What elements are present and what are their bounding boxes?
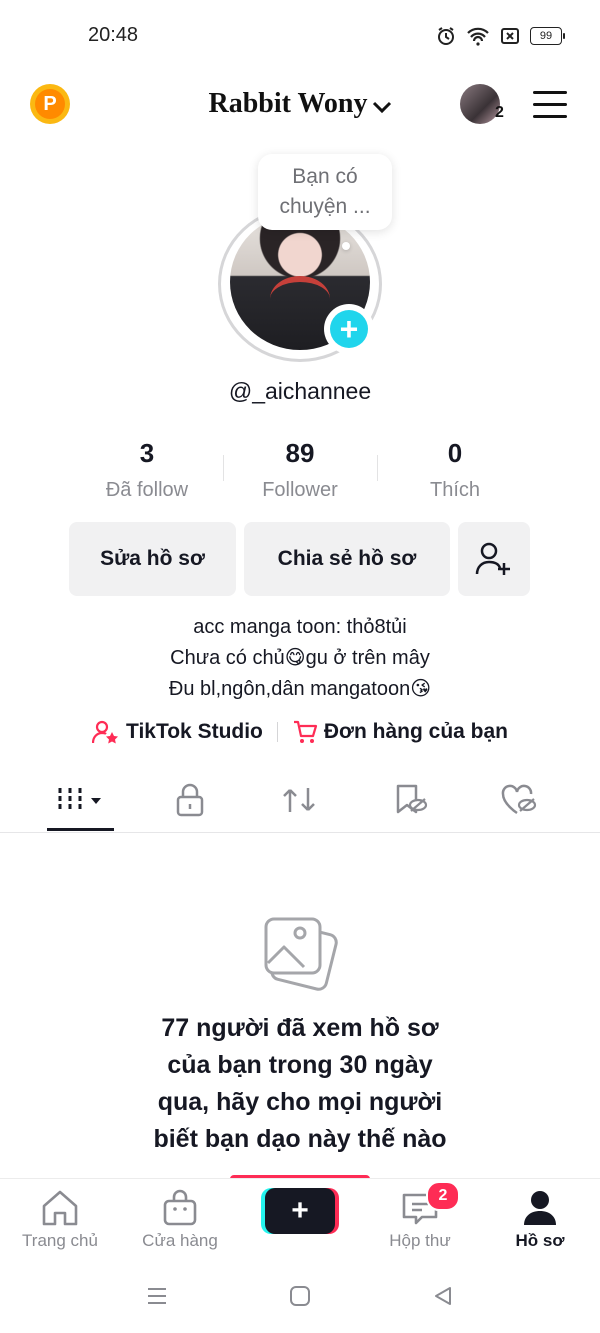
tab-indicator — [47, 828, 114, 831]
nav-profile-label: Hồ sơ — [515, 1231, 565, 1250]
stat-following-label: Đã follow — [105, 479, 189, 501]
note-bubble-line2: chuyện ... — [279, 195, 371, 218]
friend-avatar-button[interactable] — [460, 84, 500, 124]
tab-liked[interactable] — [489, 780, 549, 820]
bio-line3: Đu bl,ngôn,dân mangatoon😘 — [168, 678, 432, 700]
add-user-icon — [475, 542, 510, 575]
nav-home[interactable]: Trang chủ — [0, 1189, 120, 1251]
nav-inbox[interactable]: Hộp thư — [360, 1189, 480, 1251]
orders-label: Đơn hàng của bạn — [323, 720, 508, 743]
stat-followers-label: Follower — [262, 479, 338, 501]
tab-private[interactable] — [160, 780, 220, 820]
stat-followers-value: 89 — [285, 438, 315, 468]
chevron-down-icon — [372, 90, 392, 122]
photos-icon — [262, 915, 338, 996]
stat-following-value: 3 — [139, 438, 155, 468]
note-bubble-line1: Bạn có — [292, 165, 358, 188]
link-separator — [276, 722, 278, 742]
add-story-button[interactable]: + — [324, 304, 374, 354]
battery-icon: 99 — [530, 27, 565, 45]
stat-likes-value: 0 — [447, 438, 463, 468]
home-icon — [42, 1190, 78, 1226]
account-name: Rabbit Wony — [208, 88, 368, 119]
back-icon[interactable] — [432, 1285, 454, 1307]
shopping-bag-icon — [163, 1189, 197, 1226]
tab-favorites[interactable] — [380, 780, 440, 820]
home-button-icon[interactable] — [289, 1285, 311, 1307]
nav-shop-label: Cửa hàng — [142, 1231, 218, 1250]
lock-icon — [176, 783, 204, 817]
tiktok-studio-label: TikTok Studio — [126, 720, 263, 743]
profile-icon — [524, 1191, 556, 1225]
liked-hidden-icon — [501, 784, 537, 815]
profile-views-line3: qua, hãy cho mọi người — [157, 1088, 443, 1116]
videos-grid-icon — [58, 788, 101, 812]
nav-shop[interactable]: Cửa hàng — [120, 1189, 240, 1251]
orders-link[interactable]: Đơn hàng của bạn — [292, 719, 508, 745]
inbox-badge: 2 — [426, 1181, 460, 1211]
menu-icon[interactable] — [533, 91, 567, 127]
sim-off-icon — [501, 28, 519, 44]
stat-likes-label: Thích — [429, 479, 481, 501]
bio-line2: Chưa có chủ😋gu ở trên mây — [170, 647, 430, 669]
wifi-icon — [467, 27, 489, 46]
cart-icon — [293, 720, 317, 743]
profile-views-line1: 77 người đã xem hồ sơ — [161, 1014, 439, 1042]
nav-inbox-label: Hộp thư — [389, 1231, 451, 1250]
bubble-tail — [342, 242, 350, 250]
tab-reposts[interactable] — [269, 780, 329, 820]
nav-home-label: Trang chủ — [22, 1231, 98, 1250]
creator-star-icon — [92, 720, 118, 744]
profile-views-line4: biết bạn dạo này thế nào — [153, 1125, 447, 1153]
system-nav-bar — [0, 1256, 600, 1333]
username: @_aichannee — [228, 378, 372, 404]
alarm-icon — [438, 27, 454, 45]
status-icons: 99 — [436, 26, 565, 46]
nav-profile[interactable]: Hồ sơ — [480, 1189, 600, 1251]
edit-profile-button[interactable]: Sửa hồ sơ — [69, 522, 236, 596]
repost-icon — [283, 788, 315, 812]
profile-links: TikTok Studio Đơn hàng của bạn — [0, 719, 600, 745]
stat-following[interactable]: 3 Đã follow — [69, 438, 225, 502]
profile-views-prompt: 77 người đã xem hồ sơ của bạn trong 30 n… — [0, 1010, 600, 1158]
profile-views-line2: của bạn trong 30 ngày — [167, 1051, 433, 1079]
favorites-hidden-icon — [396, 784, 428, 814]
tab-videos[interactable] — [52, 780, 112, 820]
note-bubble[interactable]: Bạn có chuyện ... — [258, 154, 392, 230]
friend-count: 2 — [495, 104, 504, 121]
recents-icon[interactable] — [146, 1285, 168, 1307]
share-profile-button[interactable]: Chia sẻ hồ sơ — [244, 522, 450, 596]
create-button[interactable]: + — [265, 1188, 335, 1234]
tiktok-studio-link[interactable]: TikTok Studio — [92, 719, 263, 745]
status-time: 20:48 — [88, 24, 139, 46]
bio: acc manga toon: thỏ8tủi Chưa có chủ😋gu ở… — [0, 612, 600, 705]
bio-line1: acc manga toon: thỏ8tủi — [193, 616, 407, 638]
stat-likes[interactable]: 0 Thích — [377, 438, 533, 502]
add-friend-button[interactable] — [458, 522, 530, 596]
account-switcher[interactable]: Rabbit Wony — [0, 88, 600, 122]
content-tabs — [0, 772, 600, 833]
stat-followers[interactable]: 89 Follower — [222, 438, 378, 502]
plus-icon: + — [330, 310, 368, 348]
